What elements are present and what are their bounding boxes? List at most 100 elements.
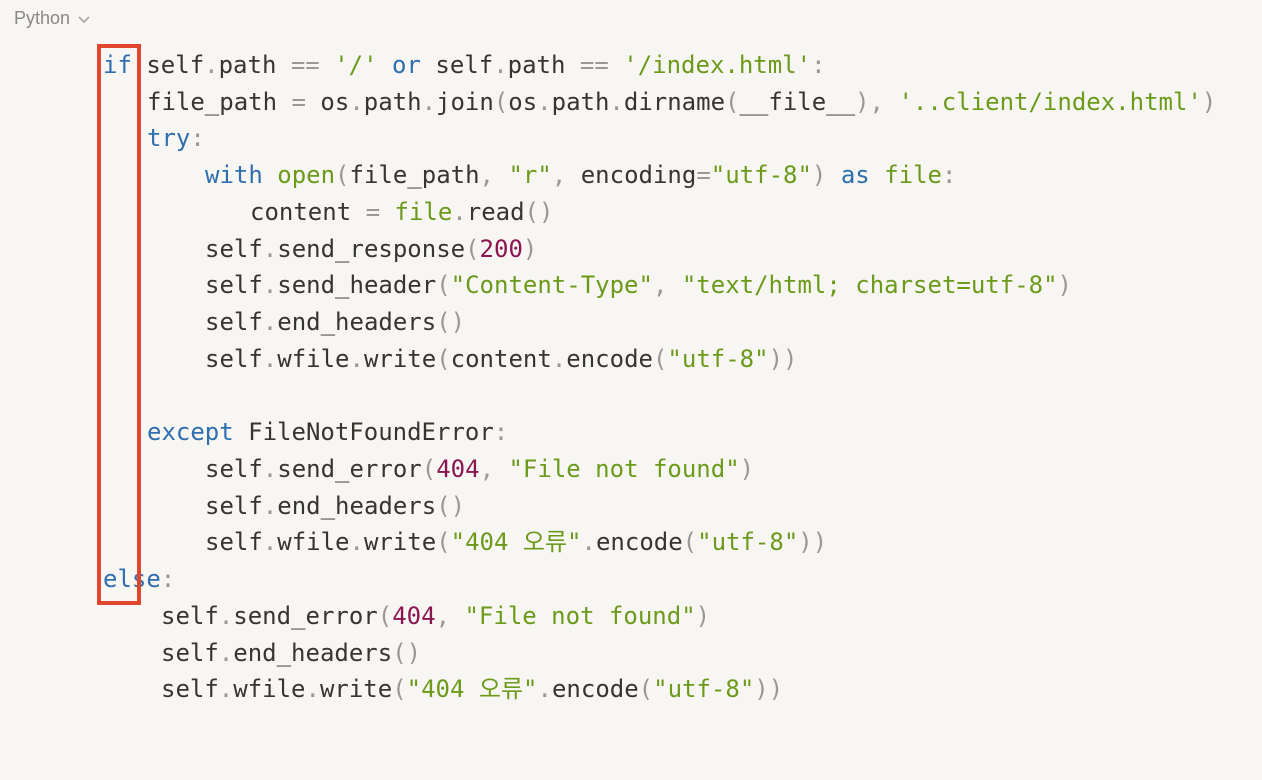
code-line: self.wfile.write("404 오류".encode("utf-8"…: [161, 671, 783, 707]
code-token: ,: [551, 161, 567, 189]
code-token: wfile: [277, 345, 350, 373]
code-line: try:: [147, 120, 205, 156]
code-token: )): [798, 528, 828, 556]
code-token: .: [262, 492, 278, 520]
code-token: .: [262, 455, 278, 483]
code-token: else: [103, 565, 161, 593]
code-token: .: [537, 88, 552, 116]
code-line: self.send_error(404, "File not found"): [161, 598, 710, 634]
code-token: (: [436, 271, 451, 299]
code-token: (: [638, 675, 654, 703]
code-token: self: [161, 675, 219, 703]
code-token: ==: [579, 51, 609, 79]
code-token: as: [840, 161, 870, 189]
code-token: file: [394, 198, 453, 226]
highlight-box: [97, 44, 141, 605]
code-token: 200: [479, 235, 523, 263]
code-token: .: [262, 271, 278, 299]
code-line: content = file.read(): [250, 194, 553, 230]
code-token: ): [522, 235, 538, 263]
code-token: =: [365, 198, 381, 226]
code-token: .: [349, 345, 364, 373]
code-token: if: [103, 51, 132, 79]
code-token: end_headers: [277, 492, 437, 520]
code-token: (: [421, 455, 437, 483]
code-token: ): [695, 602, 711, 630]
code-token: .: [262, 308, 278, 336]
code-token: file: [884, 161, 942, 189]
code-token: (: [652, 345, 668, 373]
code-token: encode: [595, 528, 683, 556]
code-token: ): [1057, 271, 1072, 299]
code-token: self: [205, 235, 263, 263]
code-token: open: [277, 161, 336, 189]
code-token: .: [218, 675, 234, 703]
code-token: 404: [392, 602, 436, 630]
code-token: ): [1201, 88, 1217, 116]
code-token: .: [218, 602, 234, 630]
code-line: self.wfile.write("404 오류".encode("utf-8"…: [205, 524, 827, 560]
code-token: send_error: [277, 455, 422, 483]
code-token: '..client/index.html': [898, 88, 1202, 116]
code-token: encode: [551, 675, 639, 703]
code-token: :: [811, 51, 826, 79]
code-token: "utf-8": [710, 161, 812, 189]
code-token: "File not found": [508, 455, 740, 483]
code-token: self: [205, 345, 263, 373]
code-token: send_response: [277, 235, 466, 263]
code-token: end_headers: [233, 639, 393, 667]
code-token: "Content-Type": [450, 271, 653, 299]
code-token: ,: [652, 271, 668, 299]
code-token: wfile: [233, 675, 306, 703]
code-token: (): [392, 639, 422, 667]
code-token: path: [507, 51, 580, 79]
code-token: .: [349, 528, 364, 556]
code-line: self.send_header("Content-Type", "text/h…: [205, 267, 1072, 303]
code-token: (: [493, 88, 509, 116]
code-token: try: [147, 124, 191, 152]
code-token: ): [739, 455, 755, 483]
code-token: (): [436, 308, 466, 336]
code-token: end_headers: [277, 308, 437, 336]
code-line: else:: [103, 561, 175, 597]
code-token: FileNotFoundError: [233, 418, 494, 446]
code-token: self: [205, 528, 263, 556]
code-token: content: [250, 198, 366, 226]
code-line: self.send_error(404, "File not found"): [205, 451, 754, 487]
code-token: dirname: [623, 88, 726, 116]
code-token: 404: [436, 455, 480, 483]
code-token: (: [377, 602, 393, 630]
code-token: write: [363, 345, 437, 373]
code-token: content: [450, 345, 552, 373]
code-token: .: [609, 88, 624, 116]
code-token: "404 오류": [406, 675, 538, 703]
code-line: self.end_headers(): [205, 304, 465, 340]
code-token: self: [205, 492, 263, 520]
code-token: self: [131, 51, 205, 79]
code-token: =: [696, 161, 711, 189]
code-token: file_path: [349, 161, 480, 189]
code-token: .: [218, 639, 234, 667]
code-token: (: [436, 528, 451, 556]
code-token: file_path: [147, 88, 292, 116]
code-token: "r": [508, 161, 552, 189]
code-token: ): [855, 88, 870, 116]
code-line: if self.path == '/' or self.path == '/in…: [103, 47, 826, 83]
language-selector[interactable]: Python: [14, 8, 92, 29]
code-token: or: [392, 51, 421, 79]
code-token: (: [465, 235, 480, 263]
code-token: "utf-8": [653, 675, 755, 703]
code-line: with open(file_path, "r", encoding="utf-…: [205, 157, 956, 193]
code-token: except: [147, 418, 234, 446]
code-token: =: [291, 88, 306, 116]
code-token: .: [452, 198, 467, 226]
code-line: self.send_response(200): [205, 231, 537, 267]
